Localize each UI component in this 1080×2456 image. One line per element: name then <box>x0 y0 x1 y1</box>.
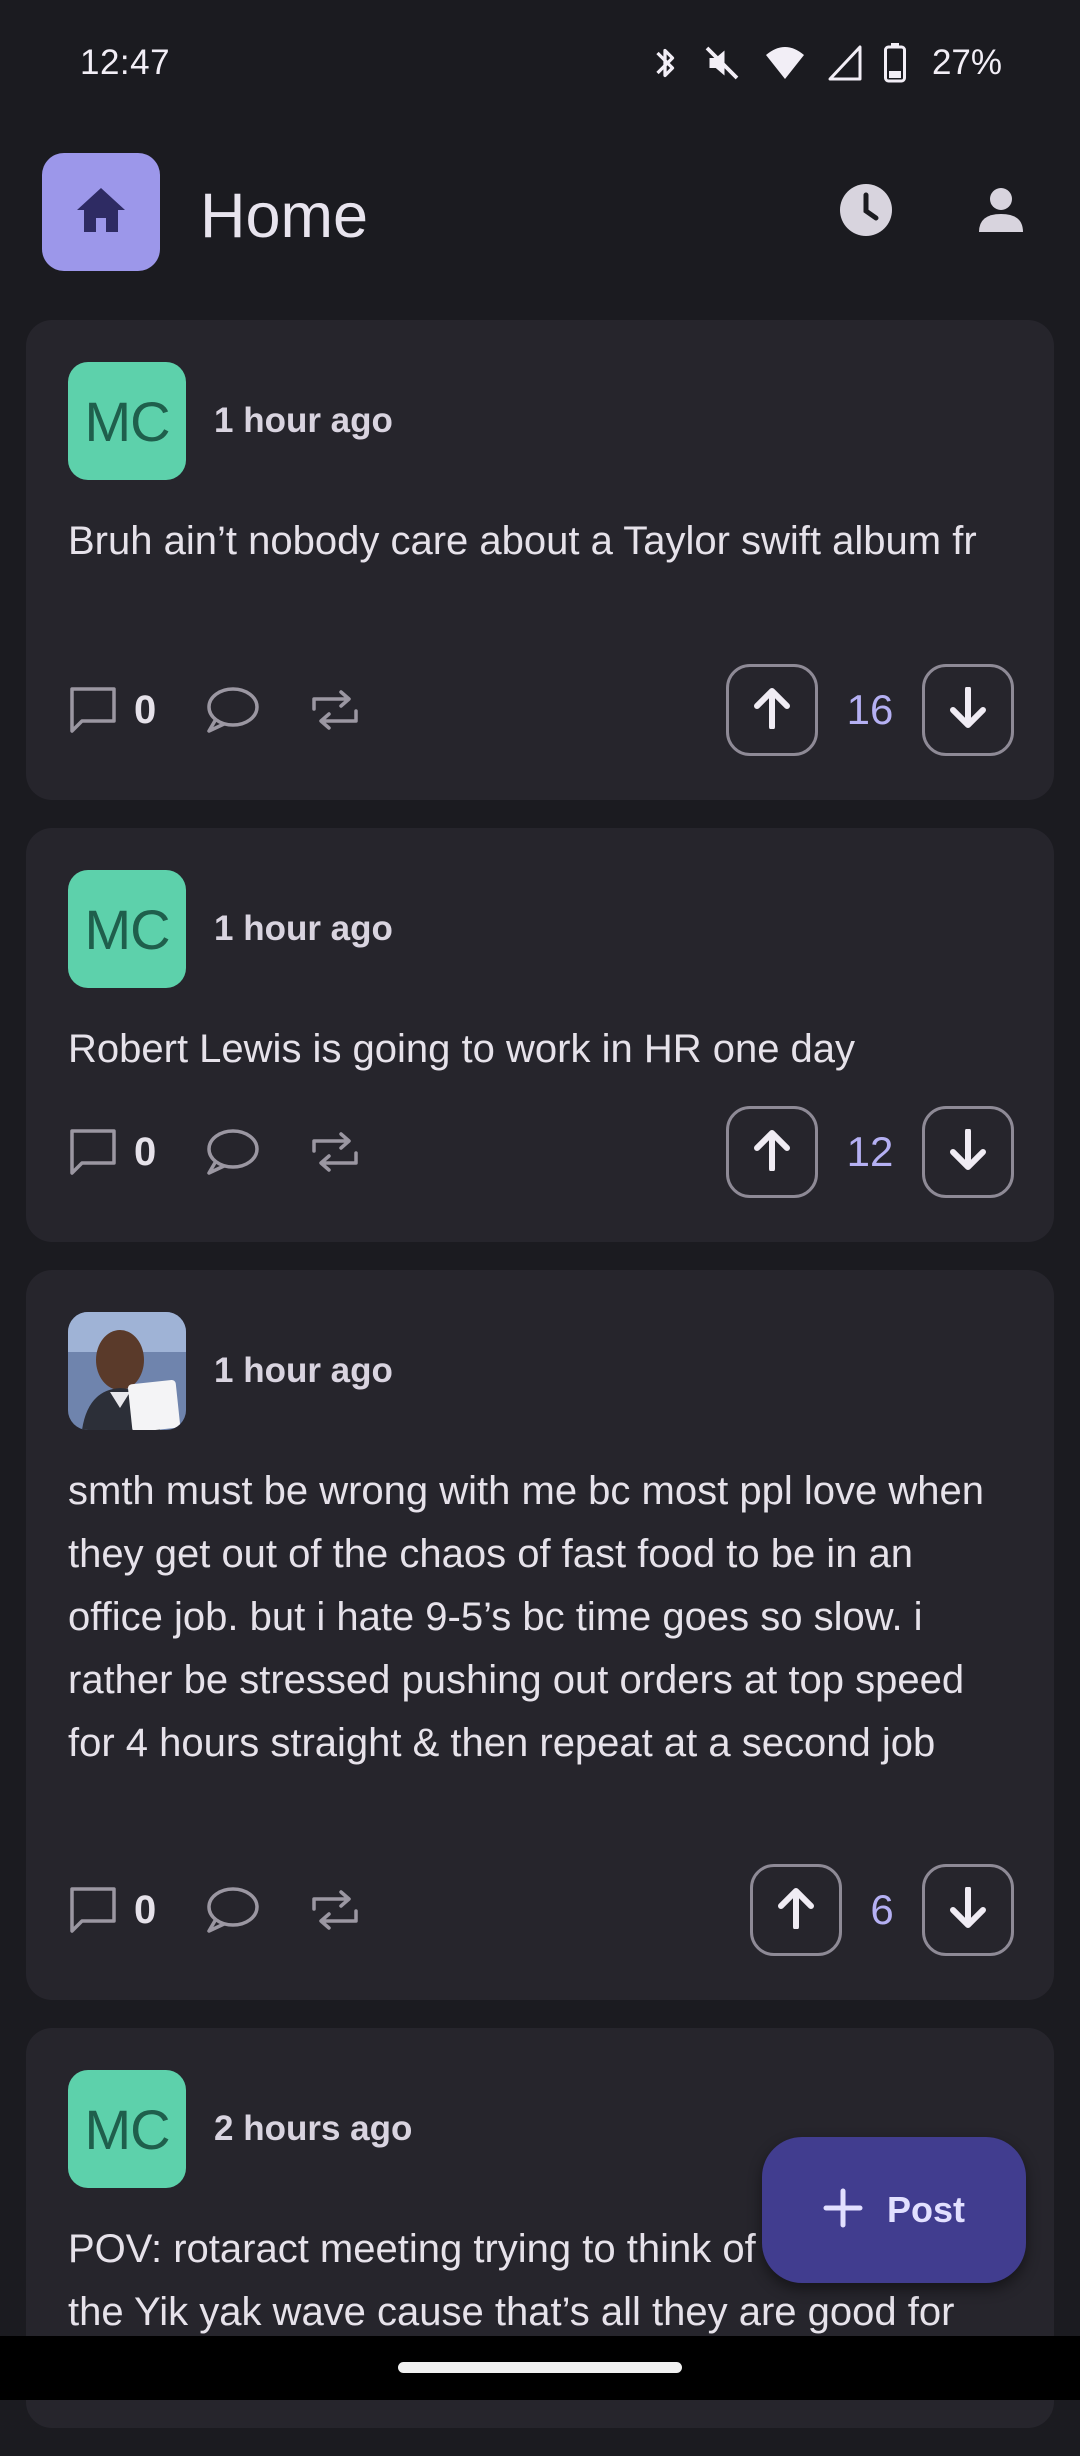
post-card[interactable]: 1 hour ago smth must be wrong with me bc… <box>26 1270 1054 2000</box>
post-timestamp: 1 hour ago <box>214 401 393 440</box>
profile-icon <box>977 186 1025 239</box>
upvote-button[interactable] <box>726 1106 818 1198</box>
repost-icon[interactable] <box>308 1887 362 1933</box>
avatar[interactable]: MC <box>68 870 186 988</box>
comment-count: 0 <box>134 687 157 732</box>
downvote-button[interactable] <box>922 1106 1014 1198</box>
upvote-button[interactable] <box>726 664 818 756</box>
signal-icon <box>828 45 862 81</box>
repost-icon[interactable] <box>308 687 362 733</box>
system-nav-bar <box>0 2336 1080 2400</box>
arrow-up-icon <box>776 1887 816 1934</box>
post-feed: MC 1 hour ago Bruh ain’t nobody care abo… <box>26 320 1054 2456</box>
post-timestamp: 1 hour ago <box>214 909 393 948</box>
status-icons: 27% <box>650 43 1002 83</box>
post-actions: 0 <box>68 1864 362 1956</box>
post-header: 1 hour ago <box>68 1312 393 1430</box>
profile-button[interactable] <box>957 168 1045 256</box>
reply-icon[interactable] <box>204 1885 260 1935</box>
repost-icon[interactable] <box>308 1129 362 1175</box>
wifi-icon <box>764 45 806 81</box>
post-text: Robert Lewis is going to work in HR one … <box>68 1027 856 1071</box>
vibrate-off-icon <box>702 43 742 83</box>
comments-icon[interactable] <box>68 685 118 735</box>
fab-label: Post <box>886 2189 965 2230</box>
page-title: Home <box>200 181 369 251</box>
comment-count: 0 <box>134 1129 157 1174</box>
arrow-down-icon <box>948 1885 988 1934</box>
post-text: smth must be wrong with me bc most ppl l… <box>68 1469 984 1765</box>
avatar-photo[interactable] <box>68 1312 186 1430</box>
comment-count: 0 <box>134 1887 157 1932</box>
post-card[interactable]: MC 1 hour ago Robert Lewis is going to w… <box>26 828 1054 1242</box>
upvote-button[interactable] <box>750 1864 842 1956</box>
reply-icon[interactable] <box>204 1127 260 1177</box>
post-text: Bruh ain’t nobody care about a Taylor sw… <box>68 519 977 563</box>
vote-controls: 16 <box>726 664 1014 756</box>
avatar[interactable]: MC <box>68 362 186 480</box>
vote-count: 6 <box>870 1886 894 1933</box>
reply-icon[interactable] <box>204 685 260 735</box>
home-button[interactable] <box>42 153 160 271</box>
post-timestamp: 2 hours ago <box>214 2109 413 2148</box>
post-actions: 0 <box>68 1106 362 1198</box>
plus-icon <box>823 2188 863 2233</box>
vote-count: 16 <box>846 686 894 733</box>
downvote-button[interactable] <box>922 664 1014 756</box>
clock-icon <box>838 182 894 243</box>
downvote-button[interactable] <box>922 1864 1014 1956</box>
vote-count: 12 <box>846 1128 894 1175</box>
post-card[interactable]: MC 1 hour ago Bruh ain’t nobody care abo… <box>26 320 1054 800</box>
arrow-up-icon <box>752 687 792 734</box>
new-post-button[interactable]: Post <box>762 2137 1026 2283</box>
post-timestamp: 1 hour ago <box>214 1351 393 1390</box>
home-icon <box>75 186 127 239</box>
status-bar: 12:47 27% <box>0 0 1080 126</box>
post-header: MC 1 hour ago <box>68 362 393 480</box>
arrow-down-icon <box>948 1127 988 1176</box>
post-actions: 0 <box>68 664 362 756</box>
status-time: 12:47 <box>80 43 171 82</box>
vote-controls: 6 <box>750 1864 1014 1956</box>
arrow-up-icon <box>752 1129 792 1176</box>
comments-icon[interactable] <box>68 1127 118 1177</box>
arrow-down-icon <box>948 685 988 734</box>
post-header: MC 1 hour ago <box>68 870 393 988</box>
battery-icon <box>883 43 906 83</box>
top-app-bar: Home <box>0 150 1080 271</box>
avatar[interactable]: MC <box>68 2070 186 2188</box>
home-gesture-handle[interactable] <box>398 2362 682 2373</box>
bluetooth-icon <box>650 43 680 83</box>
battery-percent: 27% <box>931 43 1002 82</box>
comments-icon[interactable] <box>68 1885 118 1935</box>
post-header: MC 2 hours ago <box>68 2070 412 2188</box>
vote-controls: 12 <box>726 1106 1014 1198</box>
history-button[interactable] <box>822 168 910 256</box>
